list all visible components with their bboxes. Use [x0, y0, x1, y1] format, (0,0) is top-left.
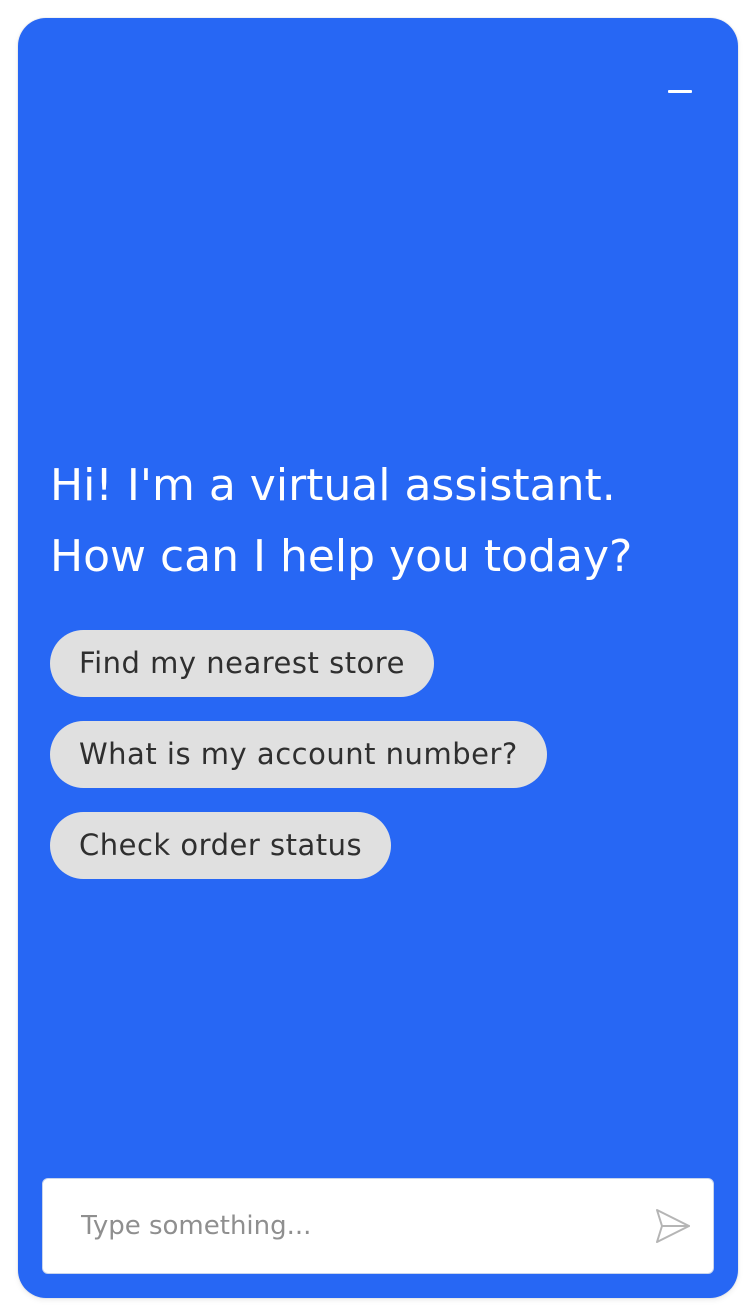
- suggestion-list: Find my nearest store What is my account…: [50, 630, 547, 879]
- message-input[interactable]: [43, 1179, 633, 1273]
- send-button[interactable]: [633, 1179, 713, 1273]
- message-composer: [42, 1178, 714, 1274]
- suggestion-chip-find-store[interactable]: Find my nearest store: [50, 630, 434, 697]
- minimize-icon: [668, 89, 692, 93]
- suggestion-chip-order-status[interactable]: Check order status: [50, 812, 392, 879]
- chat-widget: Hi! I'm a virtual assistant. How can I h…: [18, 18, 738, 1298]
- minimize-button[interactable]: [662, 76, 698, 106]
- greeting-message: Hi! I'm a virtual assistant. How can I h…: [50, 460, 633, 582]
- send-icon: [656, 1209, 690, 1243]
- suggestion-chip-account-number[interactable]: What is my account number?: [50, 721, 547, 788]
